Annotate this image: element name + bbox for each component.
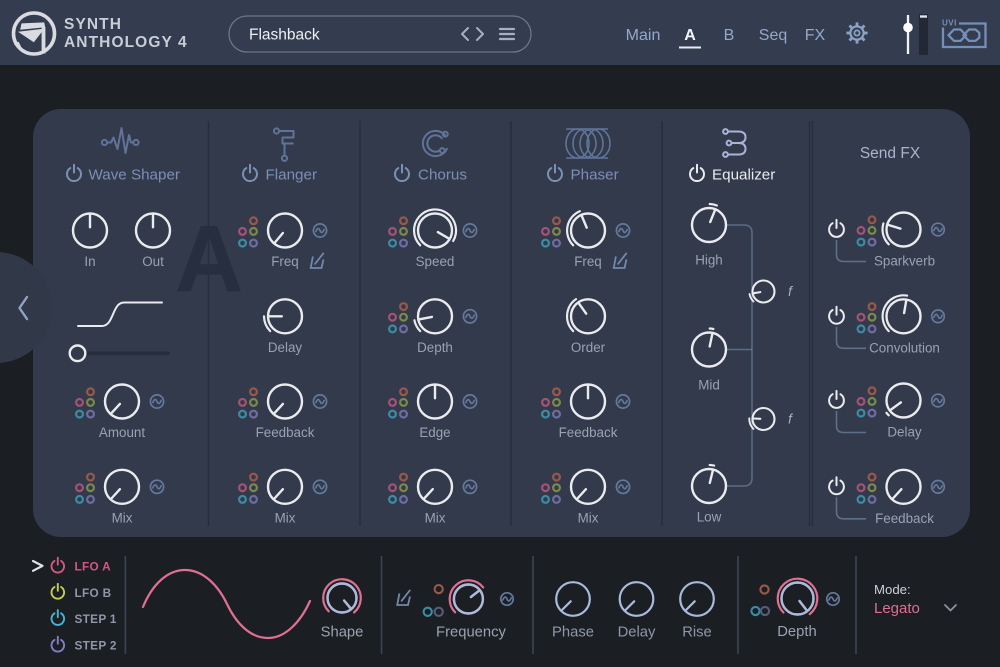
svg-text:LFO A: LFO A	[75, 560, 112, 574]
svg-text:In: In	[84, 254, 95, 269]
svg-text:Sparkverb: Sparkverb	[874, 254, 935, 269]
svg-text:Flanger: Flanger	[266, 167, 318, 184]
svg-text:Frequency: Frequency	[436, 625, 507, 641]
svg-text:Delay: Delay	[268, 340, 303, 355]
svg-text:A: A	[684, 27, 696, 44]
svg-text:Rise: Rise	[682, 625, 712, 641]
svg-text:Seq: Seq	[759, 27, 787, 44]
svg-text:LFO B: LFO B	[75, 586, 112, 600]
svg-text:Mid: Mid	[698, 378, 720, 393]
svg-text:Main: Main	[626, 27, 661, 44]
svg-text:Depth: Depth	[417, 340, 453, 355]
svg-text:Delay: Delay	[887, 425, 922, 440]
svg-text:Feedback: Feedback	[559, 425, 618, 440]
svg-text:Convolution: Convolution	[869, 340, 940, 355]
svg-text:Chorus: Chorus	[418, 167, 467, 184]
svg-text:SYNTH: SYNTH	[64, 16, 122, 33]
svg-text:Mix: Mix	[112, 511, 133, 526]
svg-text:Phaser: Phaser	[571, 167, 619, 184]
svg-text:FX: FX	[805, 27, 826, 44]
svg-text:STEP 2: STEP 2	[75, 639, 117, 653]
svg-text:Shape: Shape	[321, 625, 364, 641]
svg-text:Depth: Depth	[777, 624, 817, 640]
svg-text:High: High	[695, 253, 723, 268]
svg-text:Send FX: Send FX	[860, 145, 921, 162]
svg-text:Feedback: Feedback	[875, 511, 934, 526]
svg-text:A: A	[175, 206, 244, 312]
svg-text:Mode:: Mode:	[874, 582, 911, 597]
svg-text:Equalizer: Equalizer	[712, 167, 775, 184]
svg-text:Flashback: Flashback	[249, 27, 320, 44]
svg-text:UVI: UVI	[942, 19, 957, 28]
svg-text:Order: Order	[571, 340, 606, 355]
svg-text:Edge: Edge	[419, 425, 450, 440]
svg-text:STEP 1: STEP 1	[75, 612, 117, 626]
svg-text:Delay: Delay	[618, 625, 656, 641]
svg-text:Freq: Freq	[574, 254, 602, 269]
svg-text:Wave Shaper: Wave Shaper	[89, 167, 180, 184]
svg-text:Mix: Mix	[578, 511, 599, 526]
svg-text:Freq: Freq	[271, 254, 299, 269]
svg-text:ANTHOLOGY 4: ANTHOLOGY 4	[64, 34, 188, 51]
svg-text:Low: Low	[697, 510, 722, 525]
svg-text:Out: Out	[142, 254, 164, 269]
svg-text:B: B	[724, 27, 735, 44]
svg-text:Mix: Mix	[275, 511, 296, 526]
svg-text:Mix: Mix	[425, 511, 446, 526]
svg-text:Amount: Amount	[99, 425, 145, 440]
svg-text:Feedback: Feedback	[256, 425, 315, 440]
svg-text:Speed: Speed	[416, 254, 455, 269]
svg-text:Phase: Phase	[552, 625, 594, 641]
svg-text:Legato: Legato	[874, 600, 920, 617]
